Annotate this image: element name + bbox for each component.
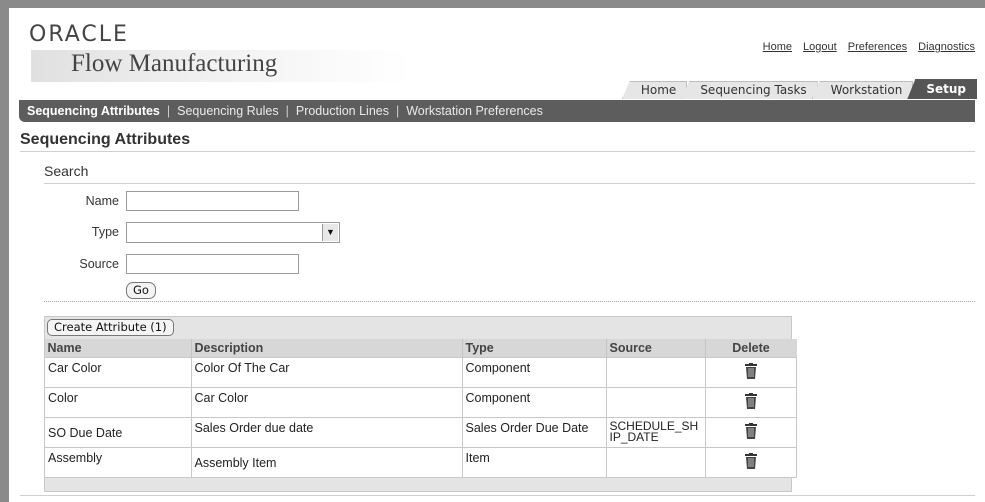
cell-source: [605, 357, 706, 388]
cell-type: Item: [461, 447, 607, 478]
cell-delete: [704, 417, 797, 448]
cell-name: SO Due Date: [44, 417, 192, 448]
global-link-logout[interactable]: Logout: [803, 41, 837, 53]
column-header-source[interactable]: Source: [606, 339, 706, 358]
column-header-delete: Delete: [705, 339, 797, 358]
cell-description: Assembly Item: [190, 447, 463, 478]
cell-type: Component: [461, 357, 607, 388]
chevron-down-icon[interactable]: ▼: [322, 224, 338, 241]
global-link-preferences[interactable]: Preferences: [848, 41, 907, 53]
global-link-diagnostics[interactable]: Diagnostics: [918, 41, 975, 53]
type-select[interactable]: ▼: [126, 222, 340, 243]
title-divider: [20, 151, 975, 152]
cell-name: Assembly: [44, 447, 192, 478]
cell-description: Car Color: [190, 387, 463, 418]
trash-icon[interactable]: [744, 363, 757, 379]
tab-bar: Home Sequencing Tasks Workstation Setup: [621, 79, 977, 99]
table-row: Color Car Color Component: [44, 387, 797, 418]
create-attribute-button[interactable]: Create Attribute (1): [47, 319, 174, 336]
application-frame: ORACLE Flow Manufacturing Home Logout Pr…: [9, 8, 985, 502]
subnav-sequencing-rules[interactable]: Sequencing Rules: [177, 104, 278, 118]
cell-name: Car Color: [44, 357, 192, 388]
type-label: Type: [91, 225, 119, 239]
attributes-table: Name Description Type Source Delete Car …: [44, 339, 797, 478]
tab-sequencing-tasks[interactable]: Sequencing Tasks: [681, 81, 818, 99]
tab-setup[interactable]: Setup: [907, 79, 977, 99]
source-label: Source: [79, 257, 119, 271]
go-button[interactable]: Go: [126, 282, 156, 299]
cell-type: Component: [461, 387, 607, 418]
footer-divider: [20, 495, 975, 496]
global-link-home[interactable]: Home: [763, 41, 792, 53]
cell-source: SCHEDULE_SHIP_DATE: [605, 417, 706, 448]
table-row: Car Color Color Of The Car Component: [44, 357, 797, 388]
name-input[interactable]: [126, 191, 299, 211]
search-section-title: Search: [44, 163, 89, 179]
trash-icon[interactable]: [744, 453, 757, 469]
product-banner: Flow Manufacturing: [31, 50, 411, 82]
table-row: Assembly Assembly Item Item: [44, 447, 797, 478]
cell-description: Color Of The Car: [190, 357, 463, 388]
trash-icon[interactable]: [744, 423, 757, 439]
cell-name: Color: [44, 387, 192, 418]
name-label: Name: [85, 194, 119, 208]
table-header-row: Name Description Type Source Delete: [44, 339, 797, 358]
search-divider: [44, 183, 975, 184]
trash-icon[interactable]: [744, 393, 757, 409]
column-header-name[interactable]: Name: [44, 339, 192, 358]
subnav-production-lines[interactable]: Production Lines: [296, 104, 389, 118]
page-title: Sequencing Attributes: [20, 131, 191, 148]
subnav-sequencing-attributes[interactable]: Sequencing Attributes: [27, 104, 160, 118]
tab-home[interactable]: Home: [621, 81, 688, 99]
cell-source: [605, 387, 706, 418]
cell-delete: [704, 387, 797, 418]
oracle-logo: ORACLE: [29, 22, 129, 47]
column-header-description[interactable]: Description: [191, 339, 463, 358]
cell-source: [605, 447, 706, 478]
cell-delete: [704, 357, 797, 388]
subnav-workstation-preferences[interactable]: Workstation Preferences: [406, 104, 543, 118]
global-links: Home Logout Preferences Diagnostics: [755, 41, 975, 53]
dotted-separator: [44, 301, 975, 302]
cell-description: Sales Order due date: [190, 417, 463, 448]
source-input[interactable]: [126, 254, 299, 274]
table-row: SO Due Date Sales Order due date Sales O…: [44, 417, 797, 448]
column-header-type[interactable]: Type: [462, 339, 607, 358]
cell-type: Sales Order Due Date: [461, 417, 607, 448]
cell-delete: [704, 447, 797, 478]
tab-workstation[interactable]: Workstation: [811, 81, 914, 99]
product-name: Flow Manufacturing: [71, 50, 278, 77]
sub-navigation: Sequencing Attributes | Sequencing Rules | P…: [19, 100, 975, 122]
